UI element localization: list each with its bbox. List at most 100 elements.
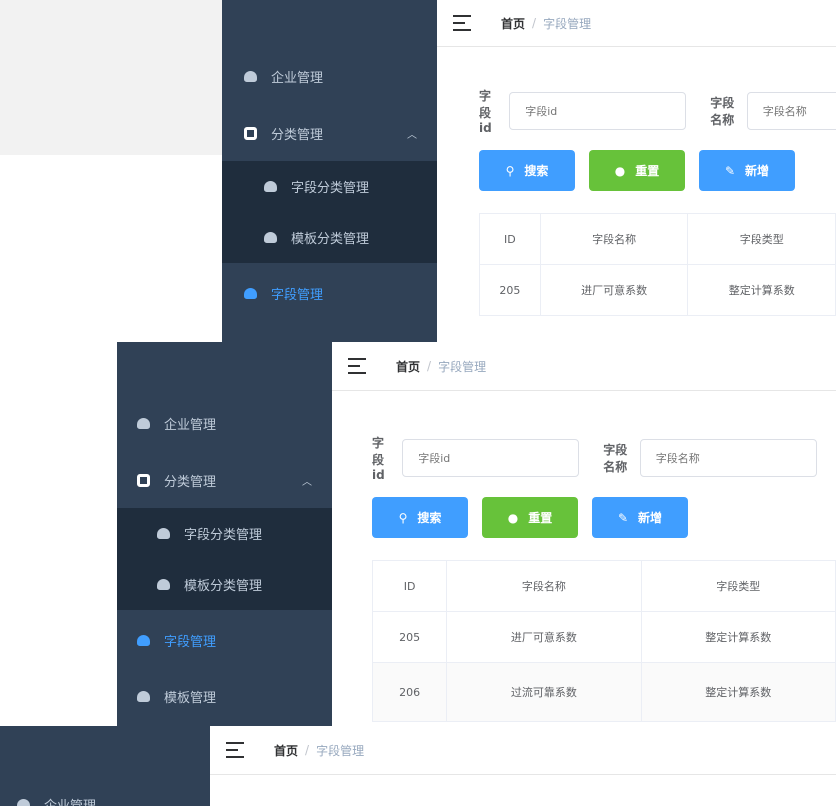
table-row[interactable]: 205 进厂可意系数 整定计算系数 <box>371 611 836 663</box>
breadcrumb-home[interactable]: 首页 <box>501 15 525 32</box>
column-header: 字段名称 <box>539 213 689 265</box>
table-header: ID 字段名称 字段类型 <box>371 560 836 612</box>
column-header: 字段名称 <box>446 560 642 612</box>
button-row: ⚲ 搜索 ● 重置 ✎ 新增 <box>479 150 809 191</box>
breadcrumb-current: 字段管理 <box>543 16 592 31</box>
search-icon: ⚲ <box>505 163 515 178</box>
reset-button-label: 重置 <box>635 164 660 178</box>
column-header: ID <box>371 560 448 612</box>
sidebar-item-field-category[interactable]: 字段分类管理 <box>117 508 332 559</box>
table-header: ID 字段名称 字段类型 <box>479 213 836 265</box>
main-content: 首页 / 字段管理 字段id 字段名称 ⚲ 搜索 ● 重置 ✎ 新增 ID 字段名称 … <box>332 342 836 726</box>
search-form: 字段id 字段名称 <box>372 434 836 482</box>
breadcrumb-home[interactable]: 首页 <box>396 358 420 375</box>
sidebar-item-company[interactable]: 企业管理 <box>117 397 332 449</box>
sidebar-item-label: 字段管理 <box>271 287 324 303</box>
sidebar-item-label: 企业管理 <box>164 417 217 433</box>
sidebar-item-label: 企业管理 <box>44 798 97 806</box>
table-cell: 进厂可意系数 <box>539 264 689 316</box>
chevron-up-icon: ︿ <box>407 129 417 141</box>
sidebar-item-label: 分类管理 <box>164 474 217 490</box>
sidebar-item-category[interactable]: 分类管理 ︿ <box>222 107 437 159</box>
edit-icon: ✎ <box>617 510 629 525</box>
field-id-input[interactable] <box>509 92 687 130</box>
search-button-label: 搜索 <box>417 511 442 525</box>
cloud-icon <box>264 181 277 192</box>
button-row: ⚲ 搜索 ● 重置 ✎ 新增 <box>372 497 702 538</box>
reset-button[interactable]: ● 重置 <box>589 150 685 191</box>
sidebar: 企业管理 <box>0 726 210 806</box>
breadcrumb-home[interactable]: 首页 <box>274 742 298 759</box>
reset-icon: ● <box>614 163 626 178</box>
cloud-icon <box>137 417 150 429</box>
sidebar-item-template[interactable]: 模板管理 <box>117 670 332 722</box>
reset-button[interactable]: ● 重置 <box>482 497 578 538</box>
breadcrumb-current: 字段管理 <box>316 743 365 758</box>
sidebar-item-template-category[interactable]: 模板分类管理 <box>117 559 332 610</box>
field-id-input[interactable] <box>402 439 580 477</box>
sidebar-item-field[interactable]: 字段管理 <box>222 267 437 319</box>
sidebar-item-label: 字段管理 <box>164 634 217 650</box>
sidebar-item-field[interactable]: 字段管理 <box>117 614 332 666</box>
table-row[interactable]: 205 进厂可意系数 整定计算系数 <box>479 264 836 316</box>
hamburger-icon[interactable] <box>348 358 366 374</box>
navbar: 首页 / 字段管理 <box>437 0 836 47</box>
sidebar-item-label: 模板分类管理 <box>291 232 370 247</box>
sidebar-item-template-category[interactable]: 模板分类管理 <box>222 212 437 263</box>
main-content: 首页 / 字段管理 <box>210 726 836 806</box>
column-header: 字段类型 <box>687 213 836 265</box>
edit-icon: ✎ <box>724 163 736 178</box>
breadcrumb-separator: / <box>427 359 432 373</box>
sidebar-item-label: 分类管理 <box>271 127 324 143</box>
screenshot-middle: 企业管理 分类管理 ︿ 字段分类管理 模板分类管理 字段管理 模板管理 首页 / <box>117 342 836 726</box>
hamburger-icon[interactable] <box>453 15 471 31</box>
screenshot-bottom: 企业管理 首页 / 字段管理 <box>0 726 836 806</box>
add-button[interactable]: ✎ 新增 <box>699 150 795 191</box>
sidebar-item-company[interactable]: 企业管理 <box>0 778 210 806</box>
table-row[interactable]: 206 过流可靠系数 整定计算系数 <box>371 662 836 722</box>
search-form: 字段id 字段名称 <box>479 87 836 135</box>
cloud-icon <box>157 579 170 590</box>
field-name-label: 字段名称 <box>710 96 735 127</box>
field-name-input[interactable] <box>639 439 817 477</box>
chevron-up-icon: ︿ <box>302 476 312 488</box>
data-table: ID 字段名称 字段类型 205 进厂可意系数 整定计算系数 206 过流可靠系… <box>371 560 836 722</box>
square-ring-icon <box>244 126 257 140</box>
sidebar-item-label: 字段分类管理 <box>184 528 263 543</box>
navbar: 首页 / 字段管理 <box>332 342 836 391</box>
cloud-icon <box>264 232 277 243</box>
data-table: ID 字段名称 字段类型 205 进厂可意系数 整定计算系数 <box>479 213 836 316</box>
sidebar-item-field-category[interactable]: 字段分类管理 <box>222 161 437 212</box>
search-button[interactable]: ⚲ 搜索 <box>372 497 468 538</box>
navbar: 首页 / 字段管理 <box>210 726 836 775</box>
main-content: 首页 / 字段管理 字段id 字段名称 ⚲ 搜索 ● 重置 ✎ 新增 ID 字段名称 … <box>437 0 836 342</box>
table-cell: 整定计算系数 <box>640 611 836 663</box>
table-cell: 206 <box>371 662 448 722</box>
cloud-icon <box>244 287 257 299</box>
field-name-label: 字段名称 <box>603 443 628 474</box>
table-cell: 进厂可意系数 <box>446 611 642 663</box>
search-button-label: 搜索 <box>524 164 549 178</box>
hamburger-icon[interactable] <box>226 742 244 758</box>
sidebar-item-company[interactable]: 企业管理 <box>222 50 437 102</box>
sidebar-item-label: 模板管理 <box>164 690 217 706</box>
breadcrumb-separator: / <box>532 16 537 30</box>
sidebar-item-label: 模板分类管理 <box>184 579 263 594</box>
cloud-icon <box>244 70 257 82</box>
field-name-input[interactable] <box>746 92 836 130</box>
sidebar-item-category[interactable]: 分类管理 ︿ <box>117 454 332 506</box>
add-button[interactable]: ✎ 新增 <box>592 497 688 538</box>
cloud-icon <box>137 634 150 646</box>
sidebar-item-label: 企业管理 <box>271 70 324 86</box>
search-button[interactable]: ⚲ 搜索 <box>479 150 575 191</box>
cloud-icon <box>157 528 170 539</box>
cloud-icon <box>137 690 150 702</box>
add-button-label: 新增 <box>638 511 663 525</box>
cloud-icon <box>17 798 30 806</box>
field-id-label: 字段id <box>479 89 492 135</box>
reset-icon: ● <box>507 510 519 525</box>
reset-button-label: 重置 <box>528 511 553 525</box>
column-header: ID <box>479 213 541 265</box>
breadcrumb-separator: / <box>305 743 310 757</box>
table-cell: 205 <box>371 611 448 663</box>
